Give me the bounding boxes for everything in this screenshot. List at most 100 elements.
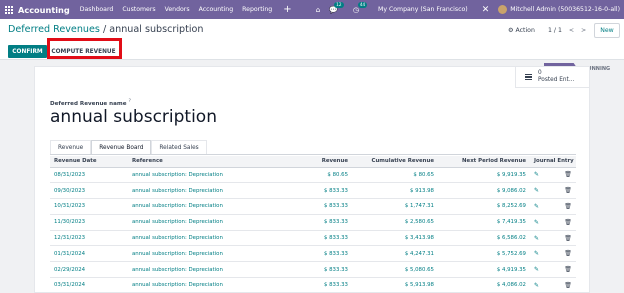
tools-icon[interactable]: ✕ — [482, 5, 490, 15]
help-tooltip-icon[interactable]: ? — [129, 99, 131, 104]
pager-next-button[interactable]: > — [581, 27, 586, 34]
cell-date[interactable]: 10/31/2023 — [50, 198, 128, 215]
cell-cumulative[interactable]: $ 5,913.98 — [352, 277, 438, 293]
cell-next-period[interactable]: $ 4,919.35 — [438, 261, 530, 279]
cell-next-period[interactable]: $ 9,919.35 — [438, 167, 530, 184]
pager-prev-button[interactable]: < — [569, 27, 574, 34]
plus-icon[interactable]: + — [283, 4, 291, 15]
cell-date[interactable]: 12/31/2023 — [50, 230, 128, 247]
cell-reference[interactable]: annual subscription: Depreciation — [128, 167, 278, 184]
chat-icon[interactable]: 💬 12 — [329, 1, 344, 14]
cell-revenue[interactable]: $ 833.33 — [278, 214, 352, 231]
col-journal-entry[interactable]: Journal Entry — [530, 156, 576, 168]
cell-date[interactable]: 09/30/2023 — [50, 182, 128, 200]
cell-revenue[interactable]: $ 80.65 — [278, 167, 352, 184]
breadcrumb-parent-link[interactable]: Deferred Revenues — [8, 24, 100, 35]
cell-revenue[interactable]: $ 833.33 — [278, 245, 352, 263]
cell-cumulative[interactable]: $ 3,413.98 — [352, 230, 438, 247]
trash-icon[interactable]: 🗑 — [560, 182, 576, 200]
trash-icon[interactable]: 🗑 — [560, 214, 576, 231]
menu-accounting[interactable]: Accounting — [199, 6, 234, 13]
tab-revenue-board[interactable]: Revenue Board — [91, 140, 152, 154]
col-revenue[interactable]: Revenue — [278, 156, 352, 168]
cell-revenue[interactable]: $ 833.33 — [278, 261, 352, 279]
cell-cumulative[interactable]: $ 913.98 — [352, 182, 438, 200]
cell-date[interactable]: 01/31/2024 — [50, 245, 128, 263]
trash-icon[interactable]: 🗑 — [560, 230, 576, 247]
user-menu[interactable]: Mitchell Admin (50036512-16-0-all) — [510, 6, 620, 13]
cell-reference[interactable]: annual subscription: Depreciation — [128, 214, 278, 231]
cell-reference[interactable]: annual subscription: Depreciation — [128, 182, 278, 200]
cell-next-period[interactable]: $ 7,419.35 — [438, 214, 530, 231]
trash-icon[interactable]: 🗑 — [560, 198, 576, 215]
col-revenue-date[interactable]: Revenue Date — [50, 156, 128, 168]
table-row[interactable]: 03/31/2024 annual subscription: Deprecia… — [50, 277, 576, 293]
deferred-revenue-name[interactable]: annual subscription — [50, 107, 217, 127]
menu-vendors[interactable]: Vendors — [165, 6, 190, 13]
action-menu-button[interactable]: ⚙ Action — [508, 27, 535, 34]
edit-icon[interactable]: ✎ — [530, 230, 560, 247]
avatar[interactable] — [498, 5, 508, 14]
table-row[interactable]: 02/29/2024 annual subscription: Deprecia… — [50, 261, 576, 279]
table-row[interactable]: 09/30/2023 annual subscription: Deprecia… — [50, 182, 576, 200]
new-button[interactable]: New — [594, 23, 620, 38]
cell-cumulative[interactable]: $ 1,747.31 — [352, 198, 438, 215]
trash-icon[interactable]: 🗑 — [560, 167, 576, 184]
trash-icon[interactable]: 🗑 — [560, 277, 576, 293]
cell-reference[interactable]: annual subscription: Depreciation — [128, 230, 278, 247]
cell-next-period[interactable]: $ 9,086.02 — [438, 182, 530, 200]
cell-revenue[interactable]: $ 833.33 — [278, 277, 352, 293]
activity-icon[interactable]: ◷ 44 — [353, 1, 368, 14]
menu-dashboard[interactable]: Dashboard — [80, 6, 114, 13]
cell-date[interactable]: 11/30/2023 — [50, 214, 128, 231]
cell-reference[interactable]: annual subscription: Depreciation — [128, 198, 278, 215]
posted-entries-smart-button[interactable]: 0 Posted Ent... — [515, 67, 589, 88]
cell-revenue[interactable]: $ 833.33 — [278, 198, 352, 215]
trash-icon[interactable]: 🗑 — [560, 261, 576, 279]
table-row[interactable]: 12/31/2023 annual subscription: Deprecia… — [50, 230, 576, 247]
edit-icon[interactable]: ✎ — [530, 198, 560, 215]
table-row[interactable]: 01/31/2024 annual subscription: Deprecia… — [50, 245, 576, 263]
col-next-period-revenue[interactable]: Next Period Revenue — [438, 156, 530, 168]
cell-reference[interactable]: annual subscription: Depreciation — [128, 261, 278, 279]
cell-next-period[interactable]: $ 8,252.69 — [438, 198, 530, 215]
col-reference[interactable]: Reference — [128, 156, 278, 168]
compute-revenue-button[interactable]: COMPUTE REVENUE — [51, 45, 116, 58]
cell-revenue[interactable]: $ 833.33 — [278, 182, 352, 200]
confirm-button[interactable]: CONFIRM — [8, 45, 47, 58]
edit-icon[interactable]: ✎ — [530, 277, 560, 293]
cell-cumulative[interactable]: $ 2,580.65 — [352, 214, 438, 231]
edit-icon[interactable]: ✎ — [530, 261, 560, 279]
menu-customers[interactable]: Customers — [122, 6, 155, 13]
edit-icon[interactable]: ✎ — [530, 214, 560, 231]
cell-reference[interactable]: annual subscription: Depreciation — [128, 277, 278, 293]
cell-cumulative[interactable]: $ 80.65 — [352, 167, 438, 184]
tab-revenue[interactable]: Revenue — [50, 140, 92, 154]
cell-next-period[interactable]: $ 5,752.69 — [438, 245, 530, 263]
app-name[interactable]: Accounting — [18, 5, 70, 15]
menu-reporting[interactable]: Reporting — [242, 6, 272, 13]
field-label: Deferred Revenue name ? — [50, 99, 131, 107]
trash-icon[interactable]: 🗑 — [560, 245, 576, 263]
home-icon[interactable]: ⌂ — [316, 6, 320, 14]
table-row[interactable]: 08/31/2023 annual subscription: Deprecia… — [50, 167, 576, 184]
edit-icon[interactable]: ✎ — [530, 167, 560, 184]
apps-menu-icon[interactable] — [0, 5, 18, 14]
tab-related-sales[interactable]: Related Sales — [151, 140, 207, 154]
cell-cumulative[interactable]: $ 4,247.31 — [352, 245, 438, 263]
cell-next-period[interactable]: $ 4,086.02 — [438, 277, 530, 293]
cell-cumulative[interactable]: $ 5,080.65 — [352, 261, 438, 279]
cell-date[interactable]: 02/29/2024 — [50, 261, 128, 279]
col-cumulative-revenue[interactable]: Cumulative Revenue — [352, 156, 438, 168]
table-row[interactable]: 10/31/2023 annual subscription: Deprecia… — [50, 198, 576, 215]
cell-date[interactable]: 08/31/2023 — [50, 167, 128, 184]
cell-reference[interactable]: annual subscription: Depreciation — [128, 245, 278, 263]
company-switcher[interactable]: My Company (San Francisco) — [378, 6, 468, 13]
edit-icon[interactable]: ✎ — [530, 182, 560, 200]
pager-value[interactable]: 1 / 1 — [548, 27, 562, 34]
table-row[interactable]: 11/30/2023 annual subscription: Deprecia… — [50, 214, 576, 231]
edit-icon[interactable]: ✎ — [530, 245, 560, 263]
cell-revenue[interactable]: $ 833.33 — [278, 230, 352, 247]
cell-next-period[interactable]: $ 6,586.02 — [438, 230, 530, 247]
cell-date[interactable]: 03/31/2024 — [50, 277, 128, 293]
